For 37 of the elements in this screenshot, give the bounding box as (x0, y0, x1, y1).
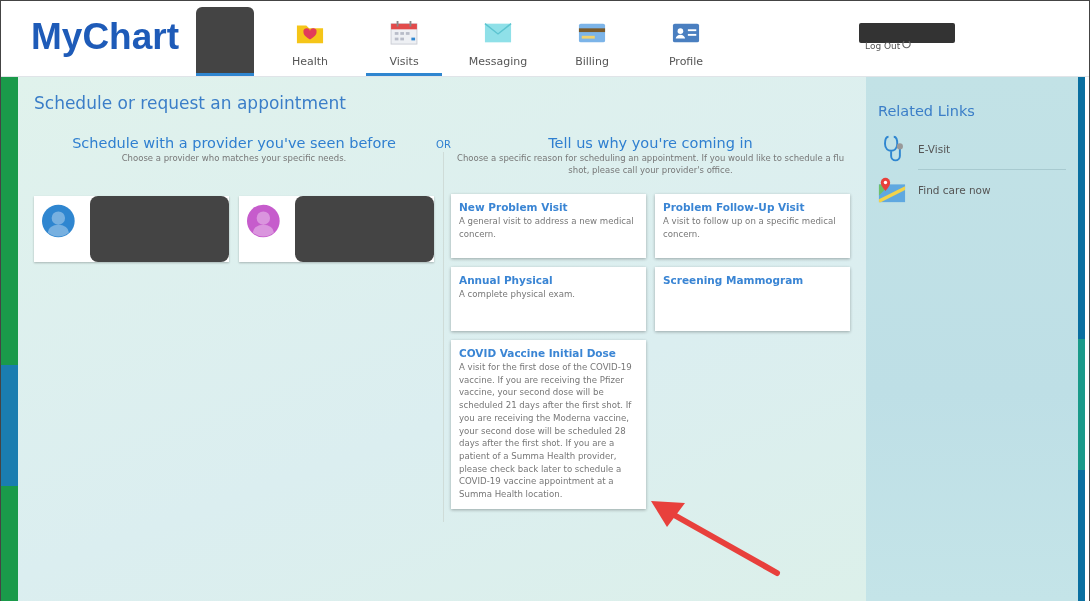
reason-description: A visit to follow up on a specific medical concern. (663, 215, 837, 241)
reason-description: A general visit to address a new medical concern. (459, 215, 635, 241)
section-subtitle: Choose a specific reason for scheduling an appointment. If you would like to schedule a flu shot, please call your provider's office. (455, 152, 846, 176)
mychart-logo[interactable]: MyChart (31, 15, 180, 58)
reason-title: New Problem Visit (459, 201, 569, 213)
reason-title: Screening Mammogram (663, 274, 805, 286)
nav-tab[interactable]: Health (272, 1, 349, 76)
reason-card[interactable] (451, 340, 646, 509)
provider-card[interactable] (34, 196, 229, 262)
or-label: OR (436, 139, 451, 150)
redacted-tab[interactable] (196, 7, 255, 76)
nav-tab[interactable]: Messaging (460, 1, 537, 76)
id-card-icon (672, 21, 701, 45)
related-link[interactable]: E-Visit (918, 143, 951, 155)
reason-title: Problem Follow-Up Visit (663, 201, 806, 213)
reason-card[interactable]: Problem Follow-Up Visit A visit to follow up on a specific medical concern. (655, 194, 850, 258)
envelope-icon (484, 21, 513, 45)
credit-card-icon (578, 21, 607, 45)
sidebar-title: Related Links (878, 103, 976, 119)
section-title: Schedule with a provider you've seen before (72, 135, 396, 151)
reason-title: Annual Physical (459, 274, 554, 286)
related-link[interactable]: Find care now (918, 184, 991, 196)
reason-card[interactable]: New Problem Visit A general visit to address a new medical concern. (451, 194, 646, 258)
reason-description: A complete physical exam. (459, 288, 577, 301)
nav-tab[interactable]: Billing (554, 1, 631, 76)
reason-title: COVID Vaccine Initial Dose (459, 347, 617, 359)
page-title: Schedule or request an appointment (34, 93, 347, 113)
section-title: Tell us why you're coming in (548, 135, 753, 151)
reason-card[interactable]: Annual Physical A complete physical exam. (451, 267, 646, 331)
nav-tab[interactable]: Profile (648, 1, 725, 76)
map-pin-icon (878, 176, 906, 204)
logout-link[interactable]: Log Out (859, 41, 913, 51)
provider-card[interactable] (239, 196, 434, 262)
reason-card[interactable]: Screening Mammogram (655, 267, 850, 331)
section-subtitle: Choose a provider who matches your specific needs. (121, 152, 347, 164)
calendar-icon (390, 21, 419, 45)
reason-description: A visit for the first dose of the COVID-19 vaccine. If you are receiving the Pfizer vaccine, your second dose will be scheduled 21 days after the first shot. If you are receiving the Moderna vaccine, your second dose will be scheduled 28 days after the first shot. If you are a patient of a Summa Health provider, please check back later to schedule a COVID-19 vaccine appointment at a Summa Health location. (459, 361, 633, 501)
